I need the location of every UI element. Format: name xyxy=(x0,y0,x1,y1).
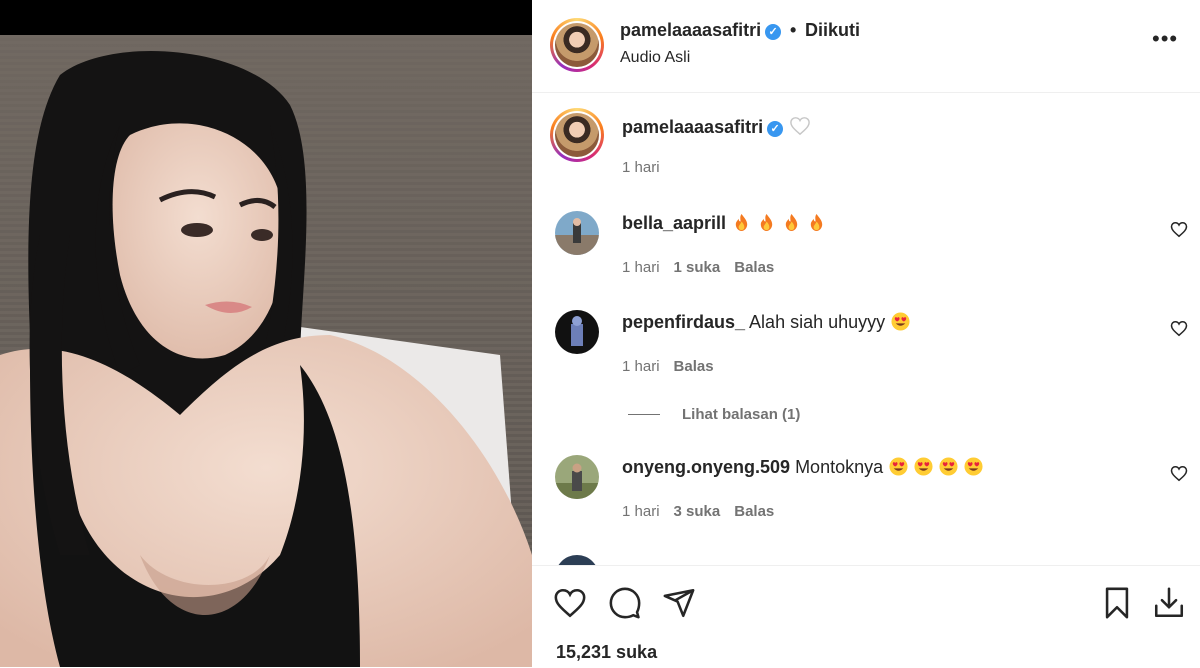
reply-button[interactable]: Balas xyxy=(734,503,774,520)
heart-eyes-emoji-icon xyxy=(939,457,958,476)
author-avatar[interactable] xyxy=(550,18,604,72)
fire-emoji-icon xyxy=(760,213,773,232)
comment-text: pepenfirdaus_ Alah siah uhuyyy xyxy=(622,312,910,333)
audio-link[interactable]: Audio Asli xyxy=(620,49,690,67)
caption-avatar[interactable] xyxy=(550,108,604,162)
comment-meta: 1 hari 3 suka Balas xyxy=(622,503,788,520)
follow-status-button[interactable]: Diikuti xyxy=(805,20,860,41)
download-icon[interactable] xyxy=(1152,586,1186,620)
view-replies-button[interactable]: Lihat balasan (1) xyxy=(682,406,800,423)
comment-likes[interactable]: 3 suka xyxy=(674,503,721,520)
likes-count[interactable]: 15,231 suka xyxy=(556,642,657,663)
comments-list[interactable]: pamelaaaasafitri ✓ 1 hari bella_aaprill 1… xyxy=(532,93,1200,565)
heart-icon[interactable] xyxy=(1170,465,1188,482)
fire-emoji-icon xyxy=(810,213,823,232)
comment-username[interactable]: onyeng.onyeng.509 xyxy=(622,457,790,477)
comment-text: onyeng.onyeng.509 Montoknya xyxy=(622,457,983,478)
heart-icon[interactable] xyxy=(553,586,587,620)
heart-eyes-emoji-icon xyxy=(889,457,908,476)
heart-eyes-emoji-icon xyxy=(891,312,910,331)
post-media[interactable] xyxy=(0,0,532,667)
reply-button[interactable]: Balas xyxy=(674,358,714,375)
heart-eyes-emoji-icon xyxy=(914,457,933,476)
heart-outline-icon[interactable] xyxy=(789,116,811,136)
comment-body: Montoknya xyxy=(795,457,884,477)
fire-emoji-icon xyxy=(785,213,798,232)
heart-eyes-emoji-icon xyxy=(964,457,983,476)
commenter-avatar[interactable] xyxy=(555,455,599,499)
comment-time: 1 hari xyxy=(622,358,660,375)
caption-time: 1 hari xyxy=(622,159,660,176)
author-username[interactable]: pamelaaaasafitri ✓ xyxy=(620,20,782,41)
heart-icon[interactable] xyxy=(1170,221,1188,238)
more-icon[interactable]: ••• xyxy=(1152,28,1178,50)
comment-time: 1 hari xyxy=(622,503,660,520)
post-photo[interactable] xyxy=(0,35,532,667)
comment-likes[interactable]: 1 suka xyxy=(674,259,721,276)
post-header: pamelaaaasafitri ✓ • Diikuti Audio Asli •… xyxy=(532,0,1200,93)
share-icon[interactable] xyxy=(662,586,696,620)
verified-icon: ✓ xyxy=(767,121,784,137)
author-username-text[interactable]: pamelaaaasafitri xyxy=(620,20,761,40)
comment-meta: 1 hari Balas xyxy=(622,358,728,375)
heart-icon[interactable] xyxy=(1170,320,1188,337)
view-replies-line xyxy=(628,414,660,415)
commenter-avatar[interactable] xyxy=(555,555,599,565)
post-panel: pamelaaaasafitri ✓ • Diikuti Audio Asli •… xyxy=(532,0,1200,667)
commenter-avatar[interactable] xyxy=(555,310,599,354)
reply-button[interactable]: Balas xyxy=(734,259,774,276)
comment-time: 1 hari xyxy=(622,259,660,276)
comment-username[interactable]: pepenfirdaus_ xyxy=(622,312,745,332)
post-actions: 15,231 suka xyxy=(532,565,1200,668)
caption-username[interactable]: pamelaaaasafitri ✓ xyxy=(622,116,811,138)
commenter-avatar[interactable] xyxy=(555,211,599,255)
comment-text: bella_aaprill xyxy=(622,213,826,234)
bookmark-icon[interactable] xyxy=(1100,586,1134,620)
verified-icon: ✓ xyxy=(765,24,782,40)
comment-meta: 1 hari 1 suka Balas xyxy=(622,259,788,276)
comment-body: Alah siah uhuyyy xyxy=(749,312,886,332)
caption-username-text[interactable]: pamelaaaasafitri xyxy=(622,117,763,137)
fire-emoji-icon xyxy=(735,213,748,232)
header-separator: • xyxy=(790,20,797,40)
comment-icon[interactable] xyxy=(608,586,642,620)
comment-username[interactable]: bella_aaprill xyxy=(622,213,726,233)
